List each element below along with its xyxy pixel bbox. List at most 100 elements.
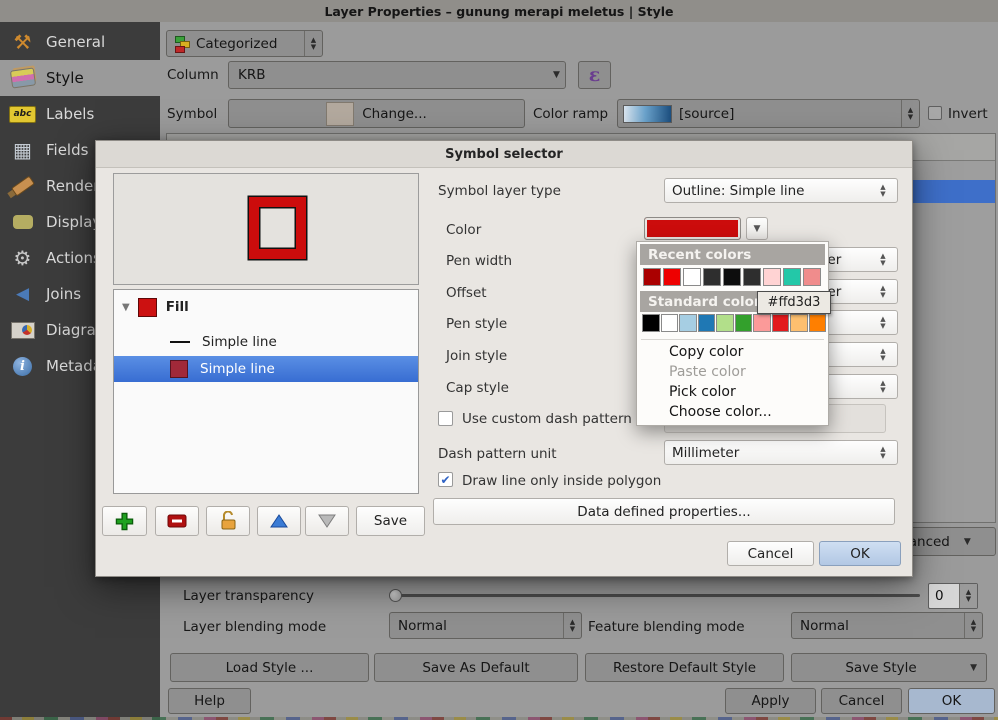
add-layer-button[interactable] xyxy=(102,506,147,536)
color-swatch[interactable] xyxy=(703,268,721,286)
data-defined-properties-button[interactable]: Data defined properties... xyxy=(433,498,895,525)
spinner-arrows-icon xyxy=(901,100,919,127)
color-swatch[interactable] xyxy=(790,314,808,332)
transparency-spinbox[interactable]: 0 xyxy=(928,583,978,609)
remove-layer-button[interactable] xyxy=(155,506,199,536)
choose-color-item[interactable]: Choose color... xyxy=(637,402,828,422)
brush-icon xyxy=(9,173,36,200)
spinner-arrows-icon xyxy=(959,584,977,608)
move-down-button[interactable] xyxy=(305,506,349,536)
tree-item-simple-line-2[interactable]: Simple line xyxy=(114,356,418,382)
sidebar-item-general[interactable]: ⚒General xyxy=(0,24,160,60)
pie-chart-icon xyxy=(9,317,36,344)
color-swatch[interactable] xyxy=(723,268,741,286)
transparency-slider-track[interactable] xyxy=(396,594,920,597)
color-swatch[interactable] xyxy=(683,268,701,286)
sidebar-item-label: Joins xyxy=(46,285,81,303)
use-custom-dash-label: Use custom dash pattern xyxy=(462,411,632,427)
simple-line-label: Simple line xyxy=(200,361,275,377)
color-swatch[interactable] xyxy=(698,314,716,332)
tree-item-simple-line-1[interactable]: Simple line xyxy=(114,330,418,354)
join-arrow-icon: ◀ xyxy=(9,281,36,308)
symbol-layer-type-value: Outline: Simple line xyxy=(672,183,804,199)
color-swatch[interactable] xyxy=(803,268,821,286)
symbol-change-button[interactable]: Change... xyxy=(228,99,525,128)
color-label: Color xyxy=(446,222,481,238)
color-swatch[interactable] xyxy=(753,314,771,332)
expander-icon[interactable]: ▼ xyxy=(122,302,130,313)
color-swatch[interactable] xyxy=(643,268,661,286)
help-label: Help xyxy=(194,693,225,709)
color-dropdown-menu: Recent colors Standard colors Copy color… xyxy=(636,241,829,426)
color-button[interactable] xyxy=(644,217,741,240)
lock-color-button[interactable] xyxy=(206,506,250,536)
renderer-type-select[interactable]: Categorized xyxy=(166,30,323,57)
dialog-ok-button[interactable]: OK xyxy=(819,541,901,566)
dialog-cancel-button[interactable]: Cancel xyxy=(727,541,814,566)
use-custom-dash-checkbox[interactable] xyxy=(438,411,453,426)
apply-button[interactable]: Apply xyxy=(725,688,816,714)
change-button-label: Change... xyxy=(362,106,427,122)
transparency-value: 0 xyxy=(935,588,944,604)
color-swatch[interactable] xyxy=(679,314,697,332)
color-swatch[interactable] xyxy=(735,314,753,332)
feature-blend-select[interactable]: Normal xyxy=(791,612,983,639)
color-ramp-select[interactable]: [source] xyxy=(617,99,920,128)
color-swatch[interactable] xyxy=(661,314,679,332)
draw-inside-checkbox[interactable]: ✔ xyxy=(438,472,453,487)
restore-default-label: Restore Default Style xyxy=(613,660,756,676)
fill-label: Fill xyxy=(166,299,189,315)
dash-unit-select[interactable]: Millimeter xyxy=(664,440,898,465)
color-swatch[interactable] xyxy=(743,268,761,286)
save-style-button[interactable]: Save Style ▼ xyxy=(791,653,987,682)
up-triangle-icon xyxy=(270,514,288,528)
layer-properties-window: Layer Properties – gunung merapi meletus… xyxy=(0,0,998,720)
cancel-button[interactable]: Cancel xyxy=(821,688,902,714)
open-lock-icon xyxy=(220,511,237,531)
info-icon: i xyxy=(9,353,36,380)
color-swatch[interactable] xyxy=(772,314,790,332)
symbol-layer-type-select[interactable]: Outline: Simple line xyxy=(664,178,898,203)
expression-button[interactable]: ε xyxy=(578,61,611,89)
color-swatch[interactable] xyxy=(663,268,681,286)
column-select[interactable]: KRB ▼ xyxy=(228,61,566,89)
layer-blend-select[interactable]: Normal xyxy=(389,612,582,639)
transparency-slider-handle[interactable] xyxy=(389,589,402,602)
sidebar-item-labels[interactable]: abcLabels xyxy=(0,96,160,132)
help-button[interactable]: Help xyxy=(168,688,251,714)
spinner-arrows-icon xyxy=(876,316,890,330)
color-swatch[interactable] xyxy=(642,314,660,332)
symbol-preview-area xyxy=(113,173,419,285)
copy-color-item[interactable]: Copy color xyxy=(637,342,828,362)
restore-default-style-button[interactable]: Restore Default Style xyxy=(585,653,784,682)
cap-style-label: Cap style xyxy=(446,380,509,396)
spinner-arrows-icon xyxy=(876,446,890,460)
draw-inside-label: Draw line only inside polygon xyxy=(462,473,661,489)
transparency-label: Layer transparency xyxy=(183,588,314,604)
ok-button[interactable]: OK xyxy=(908,688,995,714)
color-swatch[interactable] xyxy=(783,268,801,286)
offset-label: Offset xyxy=(446,285,487,301)
color-swatch[interactable] xyxy=(809,314,827,332)
color-swatch[interactable] xyxy=(716,314,734,332)
sidebar-item-label: Style xyxy=(46,69,84,87)
color-swatch[interactable] xyxy=(763,268,781,286)
sidebar-item-style[interactable]: Style xyxy=(0,60,160,96)
window-titlebar[interactable]: Layer Properties – gunung merapi meletus… xyxy=(0,0,998,22)
load-style-button[interactable]: Load Style ... xyxy=(170,653,369,682)
table-icon: ▦ xyxy=(9,137,36,164)
save-as-default-button[interactable]: Save As Default xyxy=(374,653,578,682)
pick-color-item[interactable]: Pick color xyxy=(637,382,828,402)
symbol-layer-tree[interactable]: ▼ Fill Simple line Simple line xyxy=(113,289,419,494)
color-ramp-swatch xyxy=(623,105,672,123)
spinner-arrows-icon xyxy=(876,253,890,267)
down-triangle-icon xyxy=(318,514,336,528)
dialog-cancel-label: Cancel xyxy=(748,546,794,562)
color-dropdown-button[interactable]: ▼ xyxy=(746,217,768,240)
move-up-button[interactable] xyxy=(257,506,301,536)
save-symbol-button[interactable]: Save xyxy=(356,506,425,536)
symbol-preview-shape xyxy=(249,197,306,259)
tree-item-fill[interactable]: ▼ Fill xyxy=(114,294,418,320)
invert-checkbox[interactable] xyxy=(928,106,942,120)
dialog-titlebar[interactable]: Symbol selector xyxy=(96,141,912,168)
